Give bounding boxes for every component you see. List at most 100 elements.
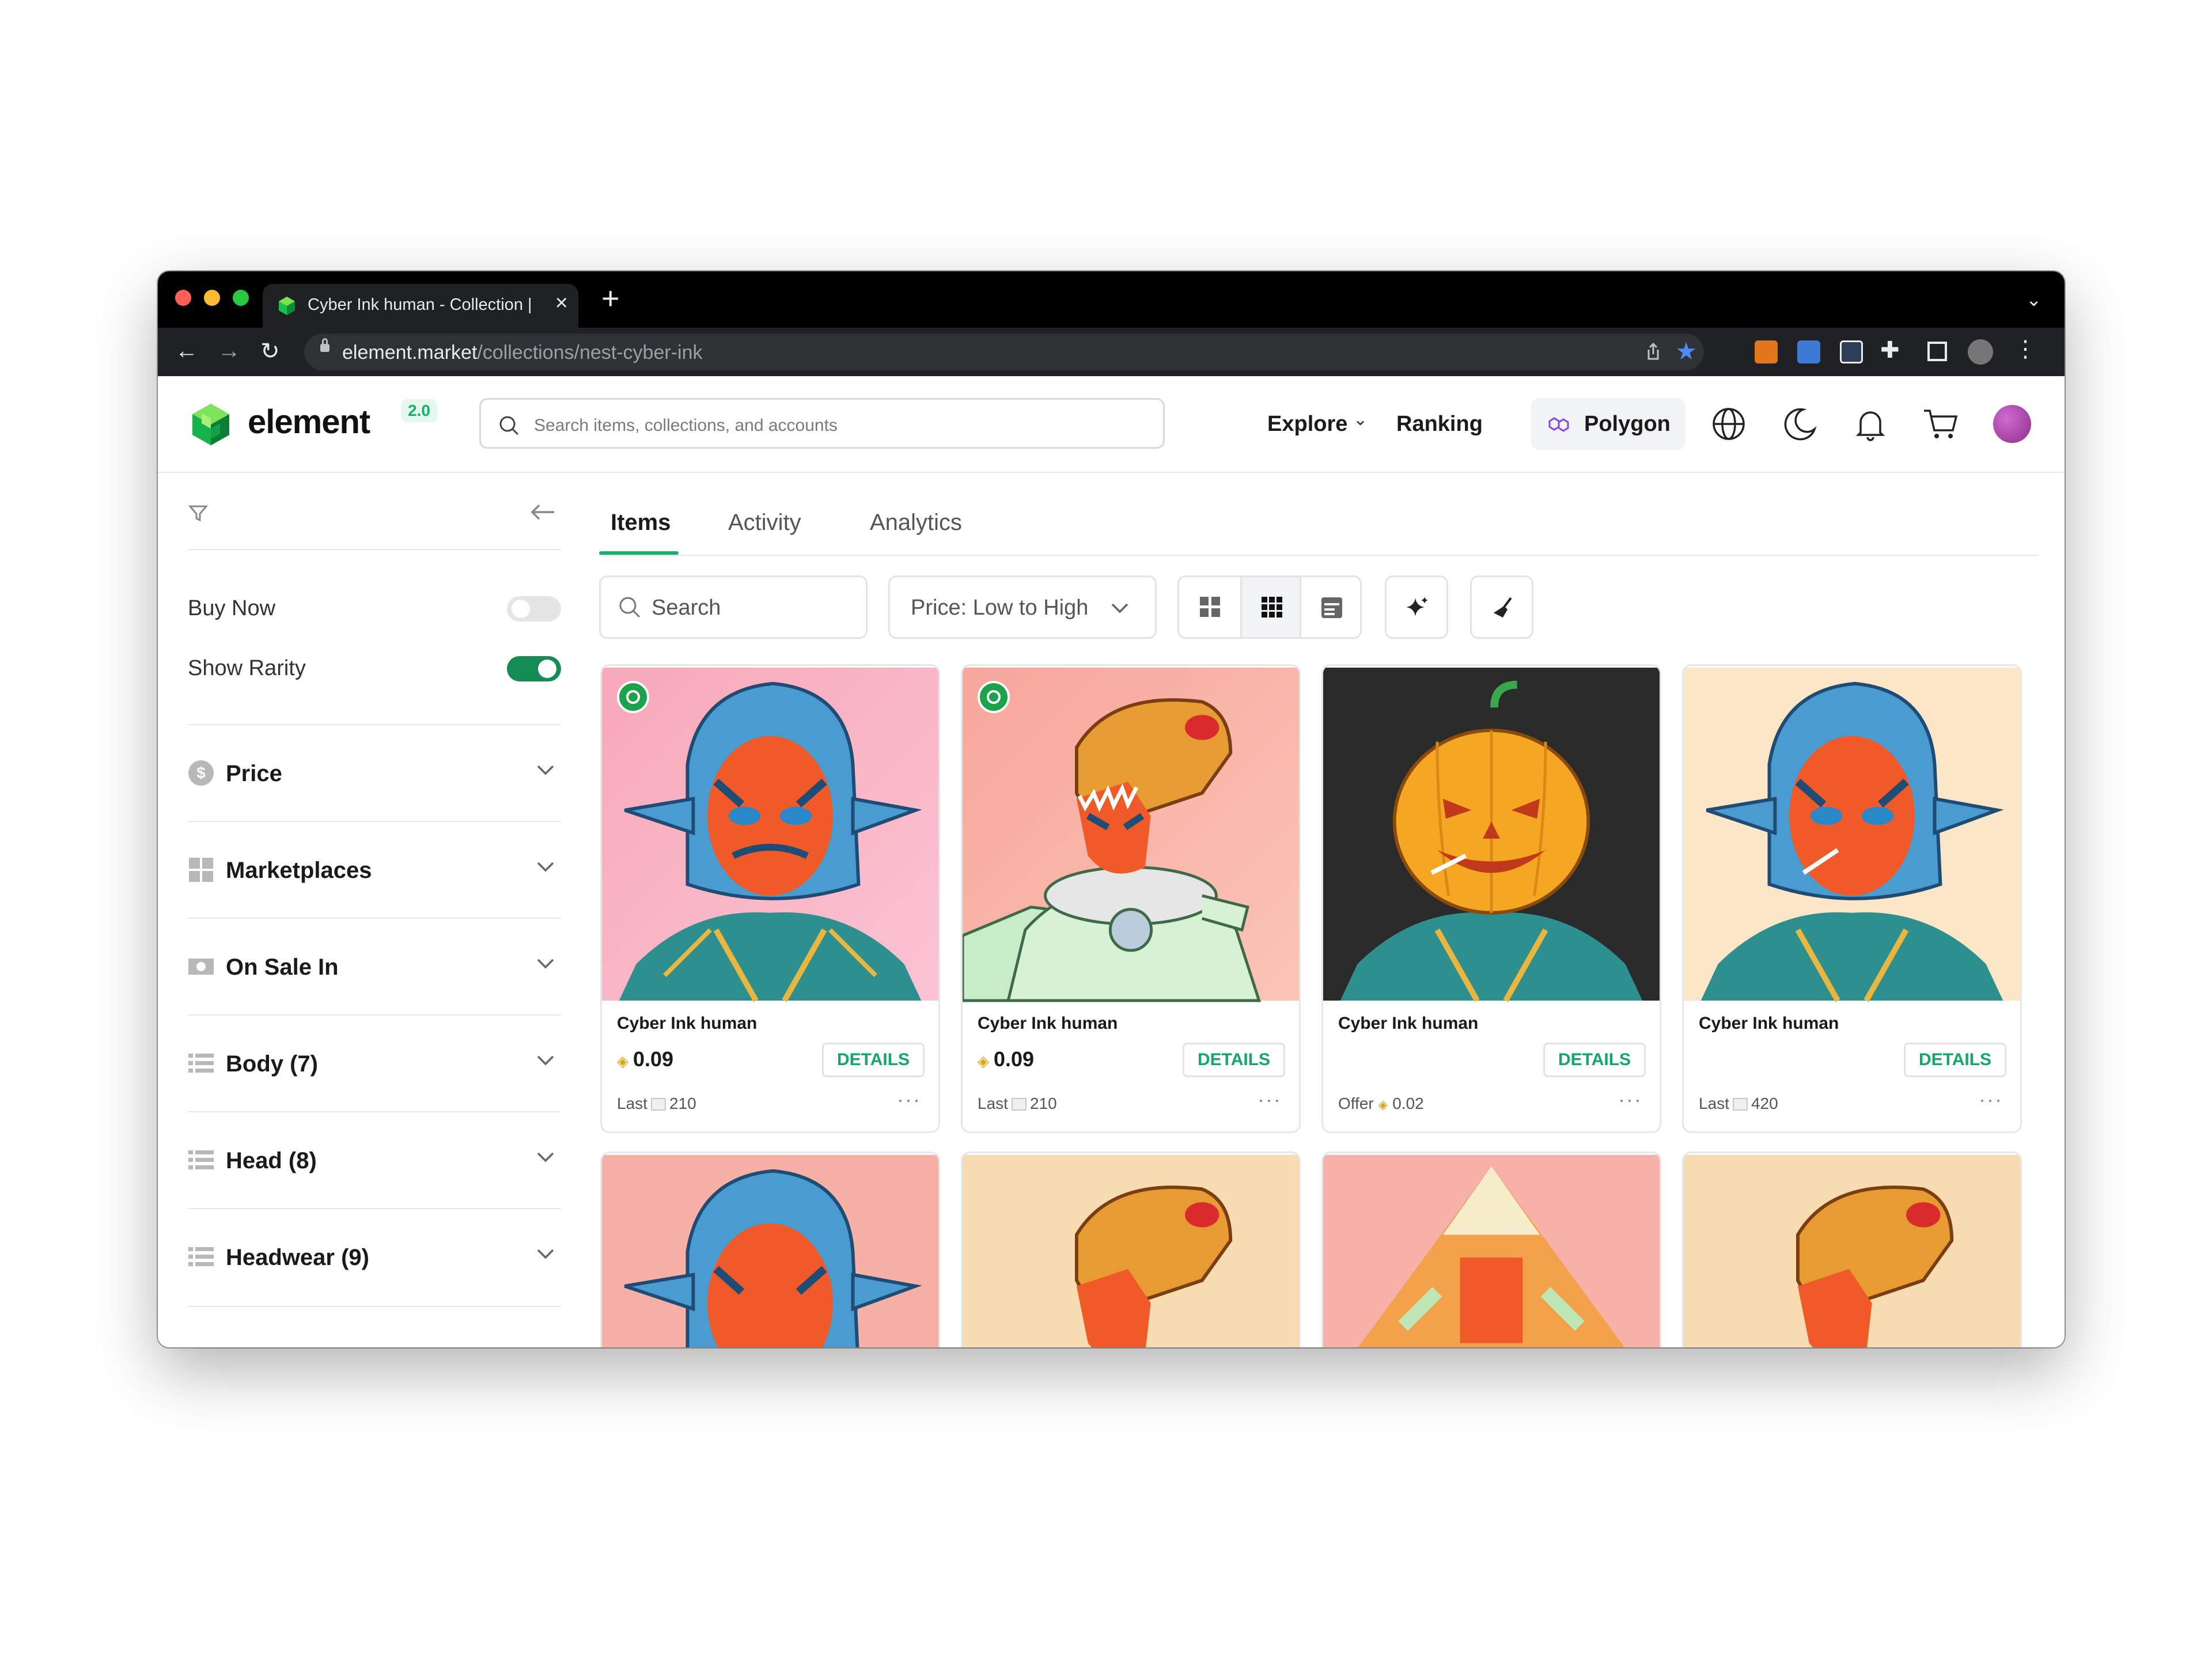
tab-search-chevron-icon[interactable]: ⌄ xyxy=(2026,289,2041,310)
filter-headwear[interactable]: Headwear (9) xyxy=(188,1208,561,1307)
large-grid-view-button[interactable] xyxy=(1179,577,1240,637)
nft-card[interactable]: Cyber Ink human ◈ 0.09 DETAILS Last 210 ··… xyxy=(961,664,1301,1133)
filter-marketplaces[interactable]: Marketplaces xyxy=(188,821,561,919)
close-tab-icon[interactable]: × xyxy=(555,291,568,316)
minimize-window-button[interactable] xyxy=(204,290,220,306)
small-grid-icon xyxy=(1262,597,1282,618)
details-button[interactable]: DETAILS xyxy=(1543,1043,1646,1077)
rarity-badge-icon xyxy=(978,681,1010,713)
nft-card[interactable] xyxy=(961,1152,1301,1347)
forward-arrow-icon[interactable]: → xyxy=(218,338,241,364)
nav-ranking[interactable]: Ranking xyxy=(1396,412,1483,437)
list-icon xyxy=(188,1247,214,1266)
bell-icon[interactable] xyxy=(1853,406,1888,442)
chevron-down-icon xyxy=(537,959,554,969)
rarity-badge-icon xyxy=(617,681,649,713)
sparkle-icon xyxy=(1406,597,1428,616)
maximize-window-button[interactable] xyxy=(233,290,249,306)
list-view-button[interactable] xyxy=(1301,577,1360,637)
s-extension-icon[interactable] xyxy=(1797,340,1820,363)
cart-icon[interactable] xyxy=(1922,406,1960,442)
nft-card[interactable]: Cyber Ink human ◈ 0.09 DETAILS Last 210 ··… xyxy=(600,664,940,1133)
chevron-down-icon xyxy=(537,1249,554,1259)
buy-now-label: Buy Now xyxy=(188,596,276,620)
chain-label: Polygon xyxy=(1584,412,1671,436)
metamask-extension-icon[interactable] xyxy=(1755,340,1778,363)
share-icon[interactable] xyxy=(1643,342,1664,362)
new-tab-button[interactable]: + xyxy=(601,281,620,316)
chevron-down-icon: ⌄ xyxy=(1353,410,1368,429)
filter-headwear-label: Headwear (9) xyxy=(226,1245,369,1270)
extensions-puzzle-icon[interactable]: ✚ xyxy=(1880,337,1900,363)
tab-activity[interactable]: Activity xyxy=(728,510,801,536)
more-options-icon[interactable]: ··· xyxy=(897,1088,921,1112)
card-name: Cyber Ink human xyxy=(978,1014,1118,1033)
nft-image xyxy=(1684,666,2020,1002)
chain-selector[interactable]: Polygon xyxy=(1531,398,1685,450)
nft-card[interactable] xyxy=(600,1152,940,1347)
version-badge: 2.0 xyxy=(401,399,437,422)
tab-items[interactable]: Items xyxy=(611,510,671,536)
show-rarity-switch[interactable] xyxy=(507,656,561,681)
active-tab-indicator xyxy=(599,551,679,555)
search-icon xyxy=(499,416,519,435)
buy-now-switch[interactable] xyxy=(507,596,561,622)
card-price: ◈ 0.09 xyxy=(978,1047,1035,1071)
card-name: Cyber Ink human xyxy=(617,1014,757,1033)
details-button[interactable]: DETAILS xyxy=(1904,1043,2006,1077)
nft-image xyxy=(1684,1153,2020,1347)
filter-head[interactable]: Head (8) xyxy=(188,1111,561,1209)
filter-on-sale-in[interactable]: On Sale In xyxy=(188,918,561,1016)
nft-card[interactable]: Cyber Ink human DETAILS Last 420 ··· xyxy=(1682,664,2022,1133)
card-footer: Last 210 xyxy=(617,1094,696,1112)
browser-window: Cyber Ink human - Collection | × + ⌄ ← →… xyxy=(158,271,2065,1347)
more-options-icon[interactable]: ··· xyxy=(1257,1088,1282,1112)
card-footer: Last 420 xyxy=(1699,1094,1778,1112)
small-grid-view-button[interactable] xyxy=(1240,577,1301,637)
profile-avatar-icon[interactable] xyxy=(1968,339,1993,365)
chevron-down-icon xyxy=(537,765,554,775)
global-search-input[interactable]: Search items, collections, and accounts xyxy=(479,398,1165,449)
address-bar[interactable]: element.market/collections/nest-cyber-in… xyxy=(304,334,1704,370)
globe-icon[interactable] xyxy=(1711,406,1747,442)
nav-explore[interactable]: Explore xyxy=(1267,412,1347,437)
more-options-icon[interactable]: ··· xyxy=(1979,1088,2003,1112)
close-window-button[interactable] xyxy=(175,290,191,306)
more-options-icon[interactable]: ··· xyxy=(1618,1088,1642,1112)
wallet-extension-icon[interactable] xyxy=(1840,340,1863,363)
toggle-show-rarity: Show Rarity xyxy=(188,650,561,685)
side-panel-icon[interactable] xyxy=(1927,342,1947,361)
element-logo-icon[interactable] xyxy=(188,402,234,448)
nft-card[interactable]: Cyber Ink human DETAILS Offer ◈ 0.02 ··· xyxy=(1321,664,1661,1133)
back-arrow-icon[interactable]: ← xyxy=(175,338,198,364)
items-search-input[interactable]: Search xyxy=(599,575,868,639)
details-button[interactable]: DETAILS xyxy=(1183,1043,1285,1077)
bookmark-star-icon[interactable]: ★ xyxy=(1675,337,1697,365)
collection-tabs: Items Activity Analytics xyxy=(599,472,2038,556)
nft-image xyxy=(1323,1153,1660,1347)
tab-analytics[interactable]: Analytics xyxy=(870,510,962,536)
nft-card[interactable] xyxy=(1682,1152,2022,1347)
sort-dropdown[interactable]: Price: Low to High xyxy=(888,575,1157,639)
browser-menu-icon[interactable]: ⋮ xyxy=(2014,336,2037,362)
polygon-icon xyxy=(1548,417,1569,432)
logo-text[interactable]: element xyxy=(248,403,370,441)
sweep-button[interactable] xyxy=(1470,575,1533,639)
sparkle-button[interactable] xyxy=(1385,575,1448,639)
filter-body[interactable]: Body (7) xyxy=(188,1014,561,1112)
chevron-down-icon xyxy=(1111,603,1128,613)
card-price: ◈ 0.09 xyxy=(617,1047,674,1071)
browser-tab[interactable]: Cyber Ink human - Collection | × xyxy=(263,284,578,328)
card-footer: Offer ◈ 0.02 xyxy=(1338,1094,1424,1112)
nft-card[interactable] xyxy=(1321,1152,1661,1347)
filter-marketplaces-label: Marketplaces xyxy=(226,858,372,883)
collapse-arrow-icon[interactable] xyxy=(529,501,556,524)
eth-diamond-icon: ◈ xyxy=(978,1052,989,1070)
lock-icon xyxy=(320,338,329,352)
user-avatar[interactable] xyxy=(1993,405,2031,443)
moon-icon[interactable] xyxy=(1782,406,1818,442)
filter-head-label: Head (8) xyxy=(226,1148,317,1173)
details-button[interactable]: DETAILS xyxy=(822,1043,925,1077)
filter-price[interactable]: $ Price xyxy=(188,724,561,822)
reload-icon[interactable]: ↻ xyxy=(260,338,280,365)
